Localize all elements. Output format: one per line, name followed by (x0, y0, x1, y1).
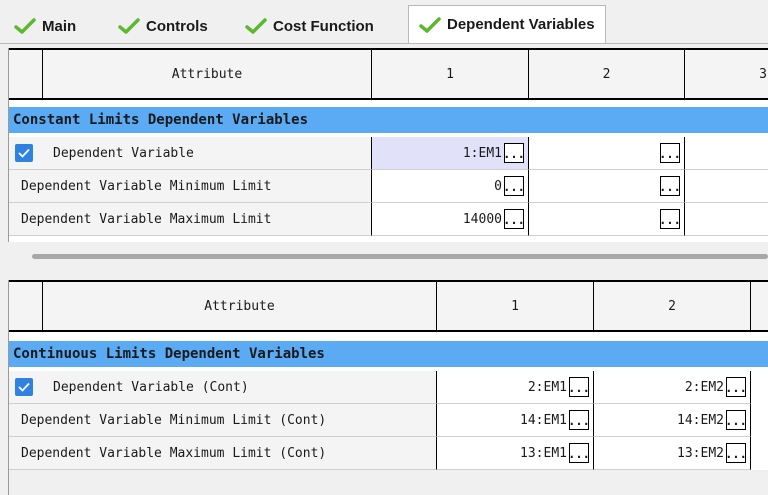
cell-value: 0 (494, 178, 502, 194)
tab-bar: Main Controls Cost Function Dependent Va… (0, 0, 768, 44)
ellipsis-button[interactable]: ... (503, 176, 525, 196)
cell-value: 1:EM1 (462, 145, 502, 161)
table-row: Dependent Variable Maximum Limit 14000 .… (9, 203, 768, 236)
attribute-cell: Dependent Variable Maximum Limit (9, 203, 372, 236)
continuous-limits-grid: Attribute 1 2 Continuous Limits Dependen… (8, 280, 768, 495)
value-cell[interactable]: ... (529, 170, 685, 203)
column-header-1[interactable]: 1 (437, 282, 594, 330)
attribute-cell: Dependent Variable Maximum Limit (Cont) (9, 437, 437, 470)
cell-value: 14:EM2 (677, 412, 724, 428)
value-cell[interactable]: 0 ... (372, 170, 529, 203)
row-label: Dependent Variable Maximum Limit (Cont) (21, 445, 327, 461)
column-header-attribute[interactable]: Attribute (43, 282, 437, 330)
tab-label: Main (42, 17, 77, 35)
row-label: Dependent Variable Maximum Limit (21, 211, 272, 227)
ellipsis-button[interactable]: ... (503, 209, 525, 229)
value-cell[interactable] (685, 170, 768, 203)
table-row: Dependent Variable (Cont) 2:EM1 ... 2:EM… (9, 371, 768, 404)
grid-header-row: Attribute 1 2 3 (9, 48, 768, 100)
value-cell[interactable]: 2:EM2 ... (594, 371, 751, 404)
value-cell[interactable]: 14000 ... (372, 203, 529, 236)
attribute-cell: Dependent Variable Minimum Limit (Cont) (9, 404, 437, 437)
grid-header-row: Attribute 1 2 (9, 280, 768, 332)
checkmark-icon (419, 16, 441, 33)
cell-value: 14000 (462, 211, 502, 227)
ellipsis-button[interactable]: ... (659, 143, 681, 163)
column-header-3[interactable]: 3 (685, 50, 768, 98)
checkmark-icon (14, 18, 36, 34)
cell-value: 2:EM2 (684, 379, 724, 395)
cell-value: 13:EM1 (520, 445, 567, 461)
column-header-2[interactable]: 2 (594, 282, 751, 330)
ellipsis-button[interactable]: ... (659, 209, 681, 229)
tab-label: Dependent Variables (447, 16, 595, 33)
value-cell[interactable]: 14:EM1 ... (437, 404, 594, 437)
ellipsis-button[interactable]: ... (568, 410, 590, 430)
row-header-corner (9, 282, 43, 330)
value-cell[interactable]: 13:EM2 ... (594, 437, 751, 470)
tab-cost-function[interactable]: Cost Function (245, 9, 374, 43)
ellipsis-button[interactable]: ... (568, 377, 590, 397)
checkmark-icon (118, 18, 140, 34)
tab-dependent-variables[interactable]: Dependent Variables (408, 5, 606, 43)
table-row: Dependent Variable Maximum Limit (Cont) … (9, 437, 768, 470)
constant-limits-grid: Attribute 1 2 3 Constant Limits Dependen… (8, 48, 768, 242)
ellipsis-button[interactable]: ... (503, 143, 525, 163)
section-header: Constant Limits Dependent Variables (9, 107, 768, 133)
attribute-cell: Dependent Variable (9, 137, 372, 170)
tab-label: Controls (146, 17, 208, 35)
ellipsis-button[interactable]: ... (568, 443, 590, 463)
checkmark-icon (245, 18, 267, 34)
row-header-corner (9, 50, 43, 98)
grid-empty-area (9, 470, 768, 495)
row-label: Dependent Variable (53, 145, 194, 161)
row-label: Dependent Variable Minimum Limit (21, 178, 272, 194)
table-row: Dependent Variable Minimum Limit 0 ... .… (9, 170, 768, 203)
attribute-cell: Dependent Variable (Cont) (9, 371, 437, 404)
value-cell[interactable]: 13:EM1 ... (437, 437, 594, 470)
tab-label: Cost Function (273, 17, 374, 35)
value-cell[interactable] (685, 137, 768, 170)
attribute-cell: Dependent Variable Minimum Limit (9, 170, 372, 203)
checkbox[interactable] (15, 144, 33, 162)
section-header: Continuous Limits Dependent Variables (9, 341, 768, 367)
ellipsis-button[interactable]: ... (725, 377, 747, 397)
column-header-1[interactable]: 1 (372, 50, 529, 98)
horizontal-scrollbar[interactable] (8, 242, 768, 272)
column-header-2[interactable]: 2 (529, 50, 685, 98)
column-header-attribute[interactable]: Attribute (43, 50, 372, 98)
ellipsis-button[interactable]: ... (725, 410, 747, 430)
value-cell[interactable]: ... (529, 203, 685, 236)
scrollbar-thumb[interactable] (32, 254, 768, 259)
cell-value: 14:EM1 (520, 412, 567, 428)
tab-main[interactable]: Main (14, 9, 76, 43)
ellipsis-button[interactable]: ... (725, 443, 747, 463)
value-cell[interactable]: 1:EM1 ... (372, 137, 529, 170)
value-cell[interactable]: ... (529, 137, 685, 170)
tab-controls[interactable]: Controls (118, 9, 208, 43)
cell-value: 2:EM1 (527, 379, 567, 395)
value-cell[interactable]: 2:EM1 ... (437, 371, 594, 404)
value-cell[interactable]: 14:EM2 ... (594, 404, 751, 437)
checkbox[interactable] (15, 378, 33, 396)
row-label: Dependent Variable Minimum Limit (Cont) (21, 412, 327, 428)
ellipsis-button[interactable]: ... (659, 176, 681, 196)
cell-value: 13:EM2 (677, 445, 724, 461)
table-row: Dependent Variable Minimum Limit (Cont) … (9, 404, 768, 437)
row-label: Dependent Variable (Cont) (53, 379, 249, 395)
value-cell[interactable] (685, 203, 768, 236)
table-row: Dependent Variable 1:EM1 ... ... (9, 137, 768, 170)
